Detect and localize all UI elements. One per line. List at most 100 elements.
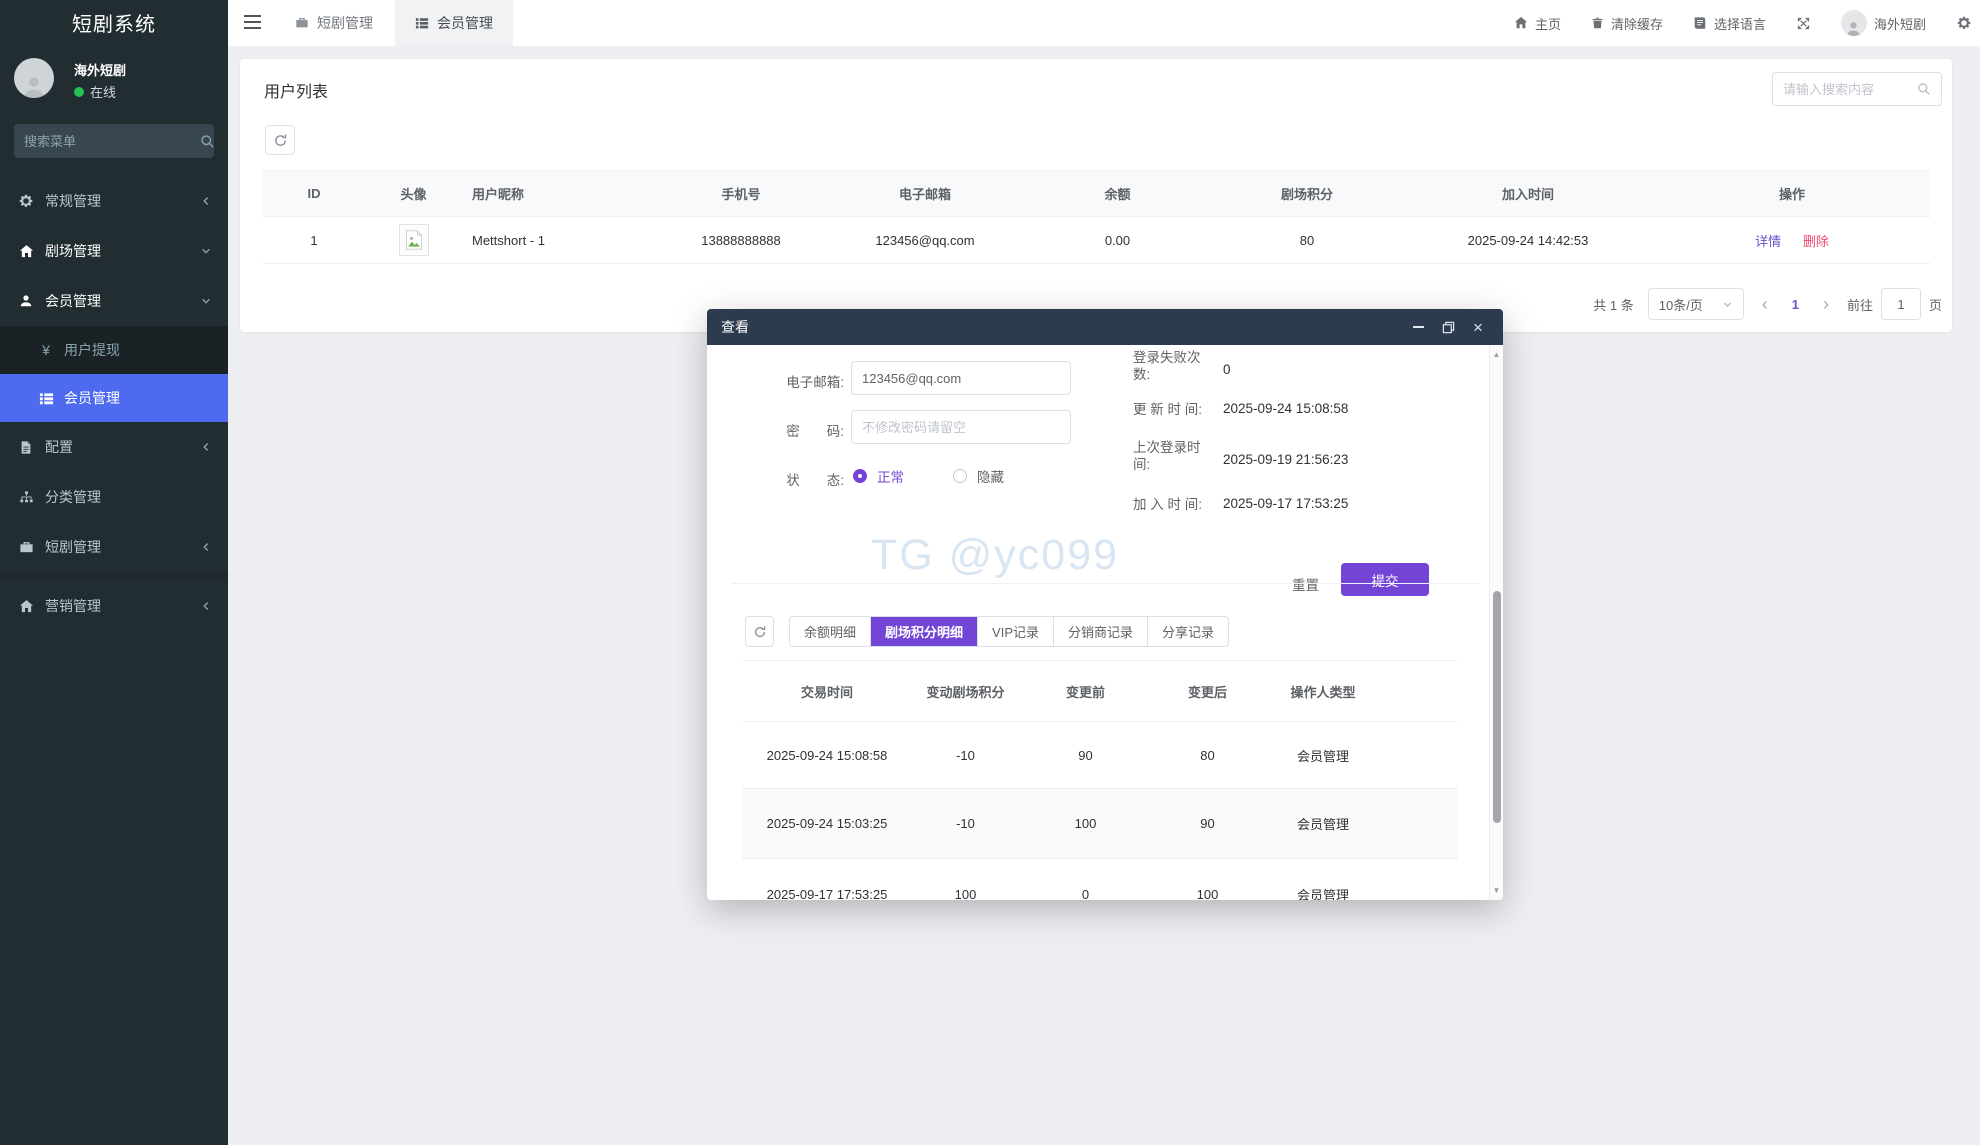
col-header-phone: 手机号 bbox=[721, 187, 761, 202]
sidebar-item-marketing[interactable]: 营销管理 bbox=[0, 581, 228, 631]
status-radio-hidden[interactable]: 隐藏 bbox=[953, 466, 1004, 486]
cell-actions: 详情 删除 bbox=[1654, 231, 1930, 250]
settings-button[interactable] bbox=[1956, 15, 1972, 31]
yen-icon: ¥ bbox=[42, 342, 50, 358]
sidebar-item-label: 会员管理 bbox=[45, 293, 101, 309]
password-input[interactable] bbox=[851, 410, 1071, 444]
modal-refresh-button[interactable] bbox=[745, 616, 774, 647]
col-header-join-time: 加入时间 bbox=[1501, 187, 1554, 202]
minimize-icon[interactable] bbox=[1407, 317, 1429, 337]
cell-email: 123456@qq.com bbox=[875, 232, 975, 248]
sidebar-item-drama[interactable]: 短剧管理 bbox=[0, 522, 228, 572]
clear-cache-link[interactable]: 清除缓存 bbox=[1591, 14, 1663, 33]
cell-balance: 0.00 bbox=[1104, 232, 1131, 248]
app-logo: 短剧系统 bbox=[72, 14, 156, 36]
col-header-before: 变更前 bbox=[1065, 684, 1105, 700]
user-status: 在线 bbox=[74, 82, 116, 101]
update-time-value: 2025-09-24 15:08:58 bbox=[1223, 401, 1349, 416]
points-row: 2025-09-24 15:03:25 -10 100 90 会员管理 bbox=[742, 789, 1458, 859]
cell-operator-type: 会员管理 bbox=[1296, 748, 1349, 764]
join-time-value: 2025-09-17 17:53:25 bbox=[1223, 496, 1349, 511]
cell-change: 100 bbox=[954, 886, 977, 901]
language-link[interactable]: 选择语言 bbox=[1693, 14, 1766, 33]
cell-change: -10 bbox=[956, 816, 975, 831]
home-icon bbox=[18, 244, 34, 259]
page-size-select[interactable]: 10条/页 bbox=[1647, 288, 1744, 320]
goto-page-input[interactable] bbox=[1880, 288, 1921, 320]
briefcase-icon bbox=[18, 540, 34, 555]
tab-member-management[interactable]: 会员管理 bbox=[395, 0, 513, 46]
table-search-input[interactable] bbox=[1783, 81, 1917, 97]
cell-after: 100 bbox=[1196, 886, 1219, 901]
submit-button[interactable]: 提交 bbox=[1341, 563, 1429, 596]
close-icon[interactable]: × bbox=[1467, 317, 1489, 337]
current-page[interactable]: 1 bbox=[1786, 297, 1805, 312]
email-label: 电子邮箱: bbox=[786, 375, 844, 390]
sidebar-item-label: 剧场管理 bbox=[45, 243, 101, 259]
fullscreen-toggle[interactable] bbox=[1796, 16, 1811, 31]
login-fail-label: 登录失败次数: bbox=[1133, 350, 1201, 382]
gears-icon bbox=[18, 193, 34, 209]
cell-join-time: 2025-09-24 14:42:53 bbox=[1467, 232, 1589, 248]
scroll-up-icon[interactable]: ▲ bbox=[1490, 350, 1503, 359]
page-size-value: 10条/页 bbox=[1658, 297, 1703, 313]
prev-page-button[interactable]: ‹ bbox=[1758, 289, 1772, 319]
radio-label: 正常 bbox=[877, 470, 904, 485]
col-header-nickname: 用户昵称 bbox=[472, 187, 525, 202]
briefcase-icon bbox=[295, 16, 309, 30]
sidebar-item-theater[interactable]: 剧场管理 bbox=[0, 226, 228, 276]
reset-button[interactable]: 重置 bbox=[1284, 570, 1327, 598]
cell-nickname: Mettshort - 1 bbox=[472, 232, 545, 248]
cell-operator-type: 会员管理 bbox=[1296, 817, 1349, 832]
col-header-balance: 余额 bbox=[1104, 187, 1131, 202]
sitemap-icon bbox=[18, 490, 34, 504]
page-unit-label: 页 bbox=[1928, 297, 1942, 313]
delete-link[interactable]: 删除 bbox=[1803, 234, 1829, 249]
email-input[interactable] bbox=[851, 361, 1071, 395]
search-icon[interactable] bbox=[1917, 82, 1931, 96]
form-divider bbox=[731, 583, 1479, 584]
account-menu[interactable]: 海外短剧 bbox=[1840, 10, 1926, 36]
next-page-button[interactable]: › bbox=[1819, 289, 1833, 319]
cell-change: -10 bbox=[956, 747, 975, 763]
chevron-down-icon bbox=[1723, 301, 1731, 307]
sidebar-search-input[interactable] bbox=[24, 133, 200, 149]
refresh-button[interactable] bbox=[265, 125, 295, 155]
topbar-actions: 主页 清除缓存 选择语言 海外短剧 bbox=[1514, 0, 1972, 46]
sidebar: 短剧系统 海外短剧 在线 常规管理 剧 bbox=[0, 0, 228, 1145]
sidebar-item-config[interactable]: 配置 bbox=[0, 422, 228, 472]
sidebar-subitem-withdraw[interactable]: ¥ 用户提现 bbox=[0, 326, 228, 374]
points-row: 2025-09-24 15:08:58 -10 90 80 会员管理 bbox=[742, 722, 1458, 789]
language-link-label: 选择语言 bbox=[1713, 16, 1766, 32]
scrollbar-thumb[interactable] bbox=[1493, 591, 1501, 823]
tab-drama-management[interactable]: 短剧管理 bbox=[275, 0, 393, 46]
detail-link[interactable]: 详情 bbox=[1755, 234, 1781, 249]
tab-label: 会员管理 bbox=[437, 15, 493, 31]
tab-vip-records[interactable]: VIP记录 bbox=[978, 617, 1054, 646]
expand-arrows-icon bbox=[1796, 16, 1811, 31]
sidebar-item-label: 营销管理 bbox=[45, 598, 101, 614]
user-icon bbox=[18, 294, 34, 308]
scroll-down-icon[interactable]: ▼ bbox=[1490, 886, 1503, 895]
topbar-avatar bbox=[1840, 10, 1867, 36]
col-header-trade-time: 交易时间 bbox=[800, 684, 853, 700]
tab-distributor-records[interactable]: 分销商记录 bbox=[1054, 617, 1149, 646]
home-link[interactable]: 主页 bbox=[1514, 14, 1561, 33]
goto-page: 前往 页 bbox=[1847, 288, 1942, 320]
detail-tabs: 余额明细 剧场积分明细 VIP记录 分销商记录 分享记录 bbox=[789, 616, 1230, 647]
cell-avatar bbox=[365, 224, 462, 256]
status-radio-normal[interactable]: 正常 bbox=[853, 466, 904, 486]
sidebar-item-categories[interactable]: 分类管理 bbox=[0, 472, 228, 522]
sidebar-subitem-members[interactable]: 会员管理 bbox=[0, 374, 228, 422]
points-row: 2025-09-17 17:53:25 100 0 100 会员管理 bbox=[742, 859, 1458, 901]
last-login-label: 上次登录时间: bbox=[1133, 440, 1201, 472]
tab-points-detail[interactable]: 剧场积分明细 bbox=[871, 617, 979, 646]
sidebar-item-general[interactable]: 常规管理 bbox=[0, 176, 228, 226]
maximize-restore-icon[interactable] bbox=[1437, 317, 1459, 337]
sidebar-item-members[interactable]: 会员管理 bbox=[0, 276, 228, 326]
cell-id: 1 bbox=[310, 232, 318, 248]
tab-share-records[interactable]: 分享记录 bbox=[1148, 617, 1228, 646]
hamburger-menu-icon[interactable] bbox=[244, 15, 261, 30]
broken-image-icon bbox=[398, 224, 429, 256]
tab-balance-detail[interactable]: 余额明细 bbox=[790, 617, 872, 646]
